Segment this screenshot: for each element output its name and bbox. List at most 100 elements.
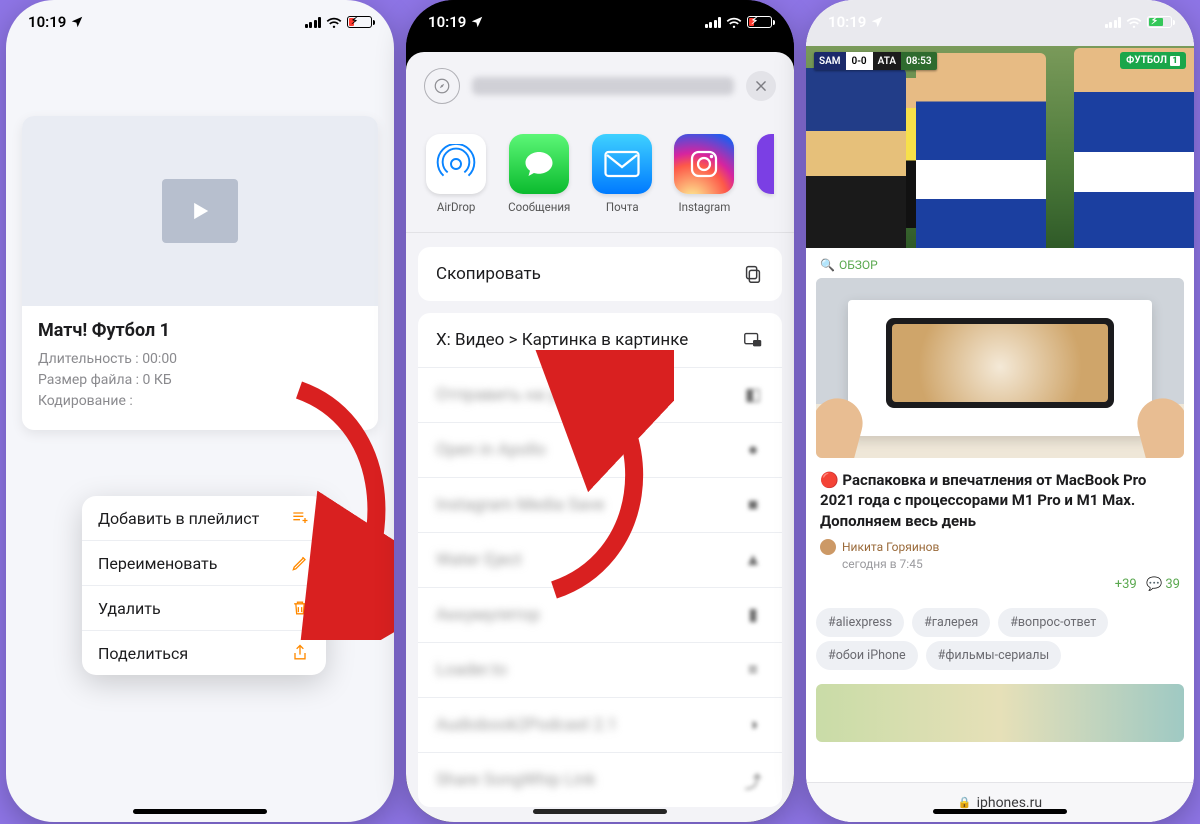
close-icon <box>754 79 768 93</box>
menu-label: Добавить в плейлист <box>98 509 259 528</box>
feed-image[interactable] <box>816 684 1184 742</box>
status-bar: 10:19 ⚡︎ <box>6 0 394 44</box>
video-title: Матч! Футбол 1 <box>38 320 362 341</box>
action-blurred[interactable]: Share SongWhip Link⤴ <box>418 753 782 807</box>
filesize-value: 0 КБ <box>143 372 172 388</box>
author-name[interactable]: Никита Горяинов <box>842 540 939 554</box>
play-icon <box>162 179 238 243</box>
menu-label: Удалить <box>98 599 161 618</box>
video-meta: Матч! Футбол 1 Длительность : 00:00 Разм… <box>22 306 378 430</box>
action-pip[interactable]: X: Видео > Картинка в картинке <box>418 313 782 368</box>
status-time: 10:19 <box>828 13 866 31</box>
menu-label: Поделиться <box>98 644 188 663</box>
action-label: X: Видео > Картинка в картинке <box>436 330 688 350</box>
tag[interactable]: #обои iPhone <box>816 641 918 670</box>
tag[interactable]: #фильмы-сериалы <box>926 641 1062 670</box>
location-icon <box>470 15 484 29</box>
status-bar: 10:19 ⚡︎ <box>406 0 794 44</box>
playlist-add-icon <box>290 508 310 528</box>
action-blurred[interactable]: Audiobook2Podcast 2.1◑ <box>418 698 782 753</box>
share-app-mail[interactable]: Почта <box>592 134 652 214</box>
article-title[interactable]: 🔴 Распаковка и впечатления от MacBook Pr… <box>820 470 1180 531</box>
messages-icon <box>509 134 569 194</box>
share-sheet: AirDrop Сообщения Почта <box>406 52 794 822</box>
section-label: ОБЗОР <box>839 258 878 272</box>
action-blurred[interactable]: Аккумулятор▮ <box>418 588 782 643</box>
video-card[interactable]: Матч! Футбол 1 Длительность : 00:00 Разм… <box>22 116 378 430</box>
encoding-label: Кодирование : <box>38 391 362 412</box>
article-stats: +39 💬 39 <box>806 577 1194 604</box>
signal-icon <box>705 17 722 28</box>
duration-label: Длительность : <box>38 351 139 367</box>
action-blurred[interactable]: Loader.to≡ <box>418 643 782 698</box>
copy-icon <box>742 263 764 285</box>
battery-icon: ⚡︎ <box>347 16 372 28</box>
live-dot-icon: 🔴 <box>820 471 842 489</box>
share-app-messages[interactable]: Сообщения <box>508 134 570 214</box>
location-icon <box>870 15 884 29</box>
safari-url-bar[interactable]: 🔒 iphones.ru <box>806 782 1194 822</box>
home-indicator[interactable] <box>133 809 267 814</box>
location-icon <box>70 15 84 29</box>
battery-icon: ⚡︎ <box>1147 16 1172 28</box>
phone-2: 10:19 ⚡︎ <box>406 0 794 822</box>
article-image[interactable] <box>816 278 1184 458</box>
section-header: 🔍 ОБЗОР <box>806 248 1194 278</box>
channel-name: ФУТБОЛ <box>1126 55 1167 66</box>
home-indicator[interactable] <box>933 809 1067 814</box>
app-label: Сообщения <box>508 200 570 214</box>
match-clock: 08:53 <box>901 52 937 70</box>
share-header <box>406 52 794 120</box>
comments[interactable]: 💬 39 <box>1146 577 1180 592</box>
article-title-text: Распаковка и впечатления от MacBook Pro … <box>820 471 1146 530</box>
phone-3: 10:19 ⚡︎ SAM 0-0 ATA 08:53 <box>806 0 1194 822</box>
pencil-icon <box>290 553 310 573</box>
menu-share[interactable]: Поделиться <box>82 631 326 675</box>
filesize-label: Размер файла : <box>38 372 139 388</box>
scorebug: SAM 0-0 ATA 08:53 <box>814 52 937 70</box>
close-button[interactable] <box>746 71 776 101</box>
action-blurred[interactable]: Water Eject▲ <box>418 533 782 588</box>
feed[interactable]: 🔍 ОБЗОР 🔴 Распаковка и впечатления от Ma… <box>806 248 1194 782</box>
video-thumbnail[interactable] <box>22 116 378 306</box>
upvotes[interactable]: +39 <box>1115 577 1137 592</box>
team2: ATA <box>873 52 901 70</box>
instagram-icon <box>674 134 734 194</box>
menu-rename[interactable]: Переименовать <box>82 541 326 586</box>
pip-video[interactable]: SAM 0-0 ATA 08:53 ФУТБОЛ 1 <box>806 46 1194 248</box>
signal-icon <box>305 17 322 28</box>
action-blurred[interactable]: Instagram Media Save■ <box>418 478 782 533</box>
action-blurred[interactable]: Отправить на устройство◧ <box>418 368 782 423</box>
tags-row: #aliexpress #галерея #вопрос-ответ <box>806 604 1194 641</box>
action-blurred[interactable]: Open in Apollo● <box>418 423 782 478</box>
team1: SAM <box>814 52 846 70</box>
lock-icon: 🔒 <box>958 796 972 809</box>
tag[interactable]: #галерея <box>912 608 990 637</box>
mail-icon <box>592 134 652 194</box>
duration-value: 00:00 <box>142 351 177 367</box>
home-indicator[interactable] <box>533 809 667 814</box>
tag[interactable]: #вопрос-ответ <box>998 608 1108 637</box>
action-copy[interactable]: Скопировать <box>418 247 782 301</box>
magnifier-icon: 🔍 <box>820 258 835 272</box>
share-url <box>472 77 734 95</box>
pip-icon <box>742 329 764 351</box>
wifi-icon <box>326 16 342 28</box>
menu-label: Переименовать <box>98 554 217 573</box>
app-label: AirDrop <box>426 200 486 214</box>
menu-delete[interactable]: Удалить <box>82 586 326 631</box>
share-app-instagram[interactable]: Instagram <box>674 134 734 214</box>
wifi-icon <box>726 16 742 28</box>
share-app-more[interactable] <box>757 134 774 194</box>
app-label: Instagram <box>674 200 734 214</box>
share-apps-row[interactable]: AirDrop Сообщения Почта <box>406 120 794 233</box>
share-app-airdrop[interactable]: AirDrop <box>426 134 486 214</box>
status-time: 10:19 <box>28 13 66 31</box>
share-icon <box>290 643 310 663</box>
menu-add-to-playlist[interactable]: Добавить в плейлист <box>82 496 326 541</box>
trash-icon <box>290 598 310 618</box>
byline: Никита Горяинов <box>820 539 1180 555</box>
channel-badge: ФУТБОЛ 1 <box>1120 52 1186 69</box>
app-label: Почта <box>592 200 652 214</box>
tag[interactable]: #aliexpress <box>816 608 904 637</box>
